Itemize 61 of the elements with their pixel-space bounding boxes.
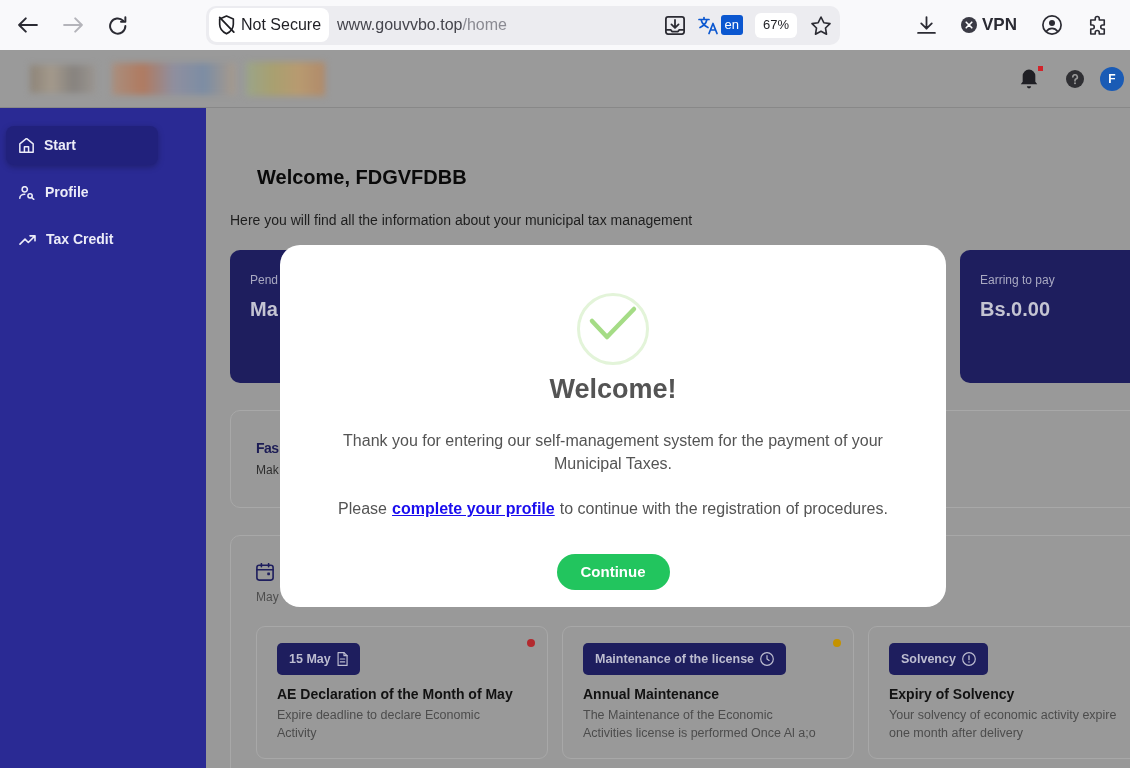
account-button[interactable] xyxy=(1041,15,1062,35)
exclamation-circle-icon xyxy=(961,652,976,666)
modal-title: Welcome! xyxy=(549,373,677,406)
site-info-button[interactable]: Not Secure xyxy=(209,8,330,42)
stat-value: Ma xyxy=(250,297,278,322)
modal-prompt: Please complete your profile to continue with the registration of procedures. xyxy=(338,499,888,519)
user-avatar[interactable]: F xyxy=(1100,66,1124,91)
event-tag-label: Solvency xyxy=(901,650,956,668)
sidebar-item[interactable]: Start xyxy=(6,126,158,165)
reload-icon xyxy=(109,15,127,35)
star-icon xyxy=(811,15,831,35)
download-icon xyxy=(917,16,936,34)
puzzle-icon xyxy=(1088,15,1106,35)
arrow-right-icon xyxy=(63,17,83,33)
event-title: Expiry of Solvency xyxy=(889,685,1015,703)
tray-download-icon xyxy=(664,15,685,35)
vpn-button[interactable]: VPN xyxy=(961,12,1017,38)
page-subtitle: Here you will find all the information about your municipal tax management xyxy=(230,211,694,230)
card-text: Mak xyxy=(256,462,279,478)
translate-button[interactable]: en xyxy=(697,15,743,35)
save-page-button[interactable] xyxy=(663,14,686,36)
stat-label: Earring to pay xyxy=(980,272,1055,288)
calendar-icon xyxy=(256,563,274,581)
stat-value: Bs.0.00 xyxy=(980,297,1051,322)
success-check-icon xyxy=(577,293,649,365)
stat-label: Pend xyxy=(250,272,279,288)
calendar-subtitle: May xyxy=(256,589,279,605)
shield-crossed-icon xyxy=(217,15,236,35)
event-description: Expire deadline to declare Economic Activity xyxy=(277,707,480,742)
help-icon xyxy=(1066,69,1084,88)
event-title: AE Declaration of the Month of May xyxy=(277,685,513,703)
event-description: Your solvency of economic activity expire one month after delivery xyxy=(889,707,1117,742)
sidebar-item[interactable]: Profile xyxy=(6,173,158,212)
account-icon xyxy=(1041,15,1062,35)
event-tag-label: Maintenance of the license xyxy=(595,650,755,668)
clock-icon xyxy=(760,652,775,666)
sidebar-item[interactable]: Tax Credit xyxy=(6,220,158,259)
modal-message: Thank you for entering our self-management system for the payment of your Municipal Taxes. xyxy=(342,431,884,474)
profile-link[interactable]: complete your profile xyxy=(392,500,555,517)
zoom-level-button[interactable]: 67% xyxy=(754,12,797,38)
help-button[interactable] xyxy=(1066,69,1084,88)
document-icon xyxy=(336,652,348,666)
notifications-button[interactable] xyxy=(1020,68,1038,89)
x-circle-icon xyxy=(961,17,977,33)
event-description: The Maintenance of the Economic Activities license is performed Once Al a;o xyxy=(583,707,816,742)
bookmark-button[interactable] xyxy=(811,15,831,35)
event-title: Annual Maintenance xyxy=(583,685,720,703)
page-title: Welcome, FDGVFDBB xyxy=(257,165,468,190)
bell-icon xyxy=(1020,68,1038,89)
card-title: Fas xyxy=(256,439,279,457)
blurred-image xyxy=(30,64,95,93)
home-icon xyxy=(19,138,34,153)
translate-icon xyxy=(697,15,718,35)
trend-up-icon xyxy=(19,234,36,245)
user-search-icon xyxy=(19,185,35,200)
arrow-left-icon xyxy=(18,17,38,33)
event-tag-label: 15 May xyxy=(289,650,331,668)
url-field[interactable]: www.gouvvbo.top/home xyxy=(337,13,507,37)
downloads-button[interactable] xyxy=(917,16,936,34)
language-badge: en xyxy=(720,15,743,35)
extensions-button[interactable] xyxy=(1088,15,1106,35)
